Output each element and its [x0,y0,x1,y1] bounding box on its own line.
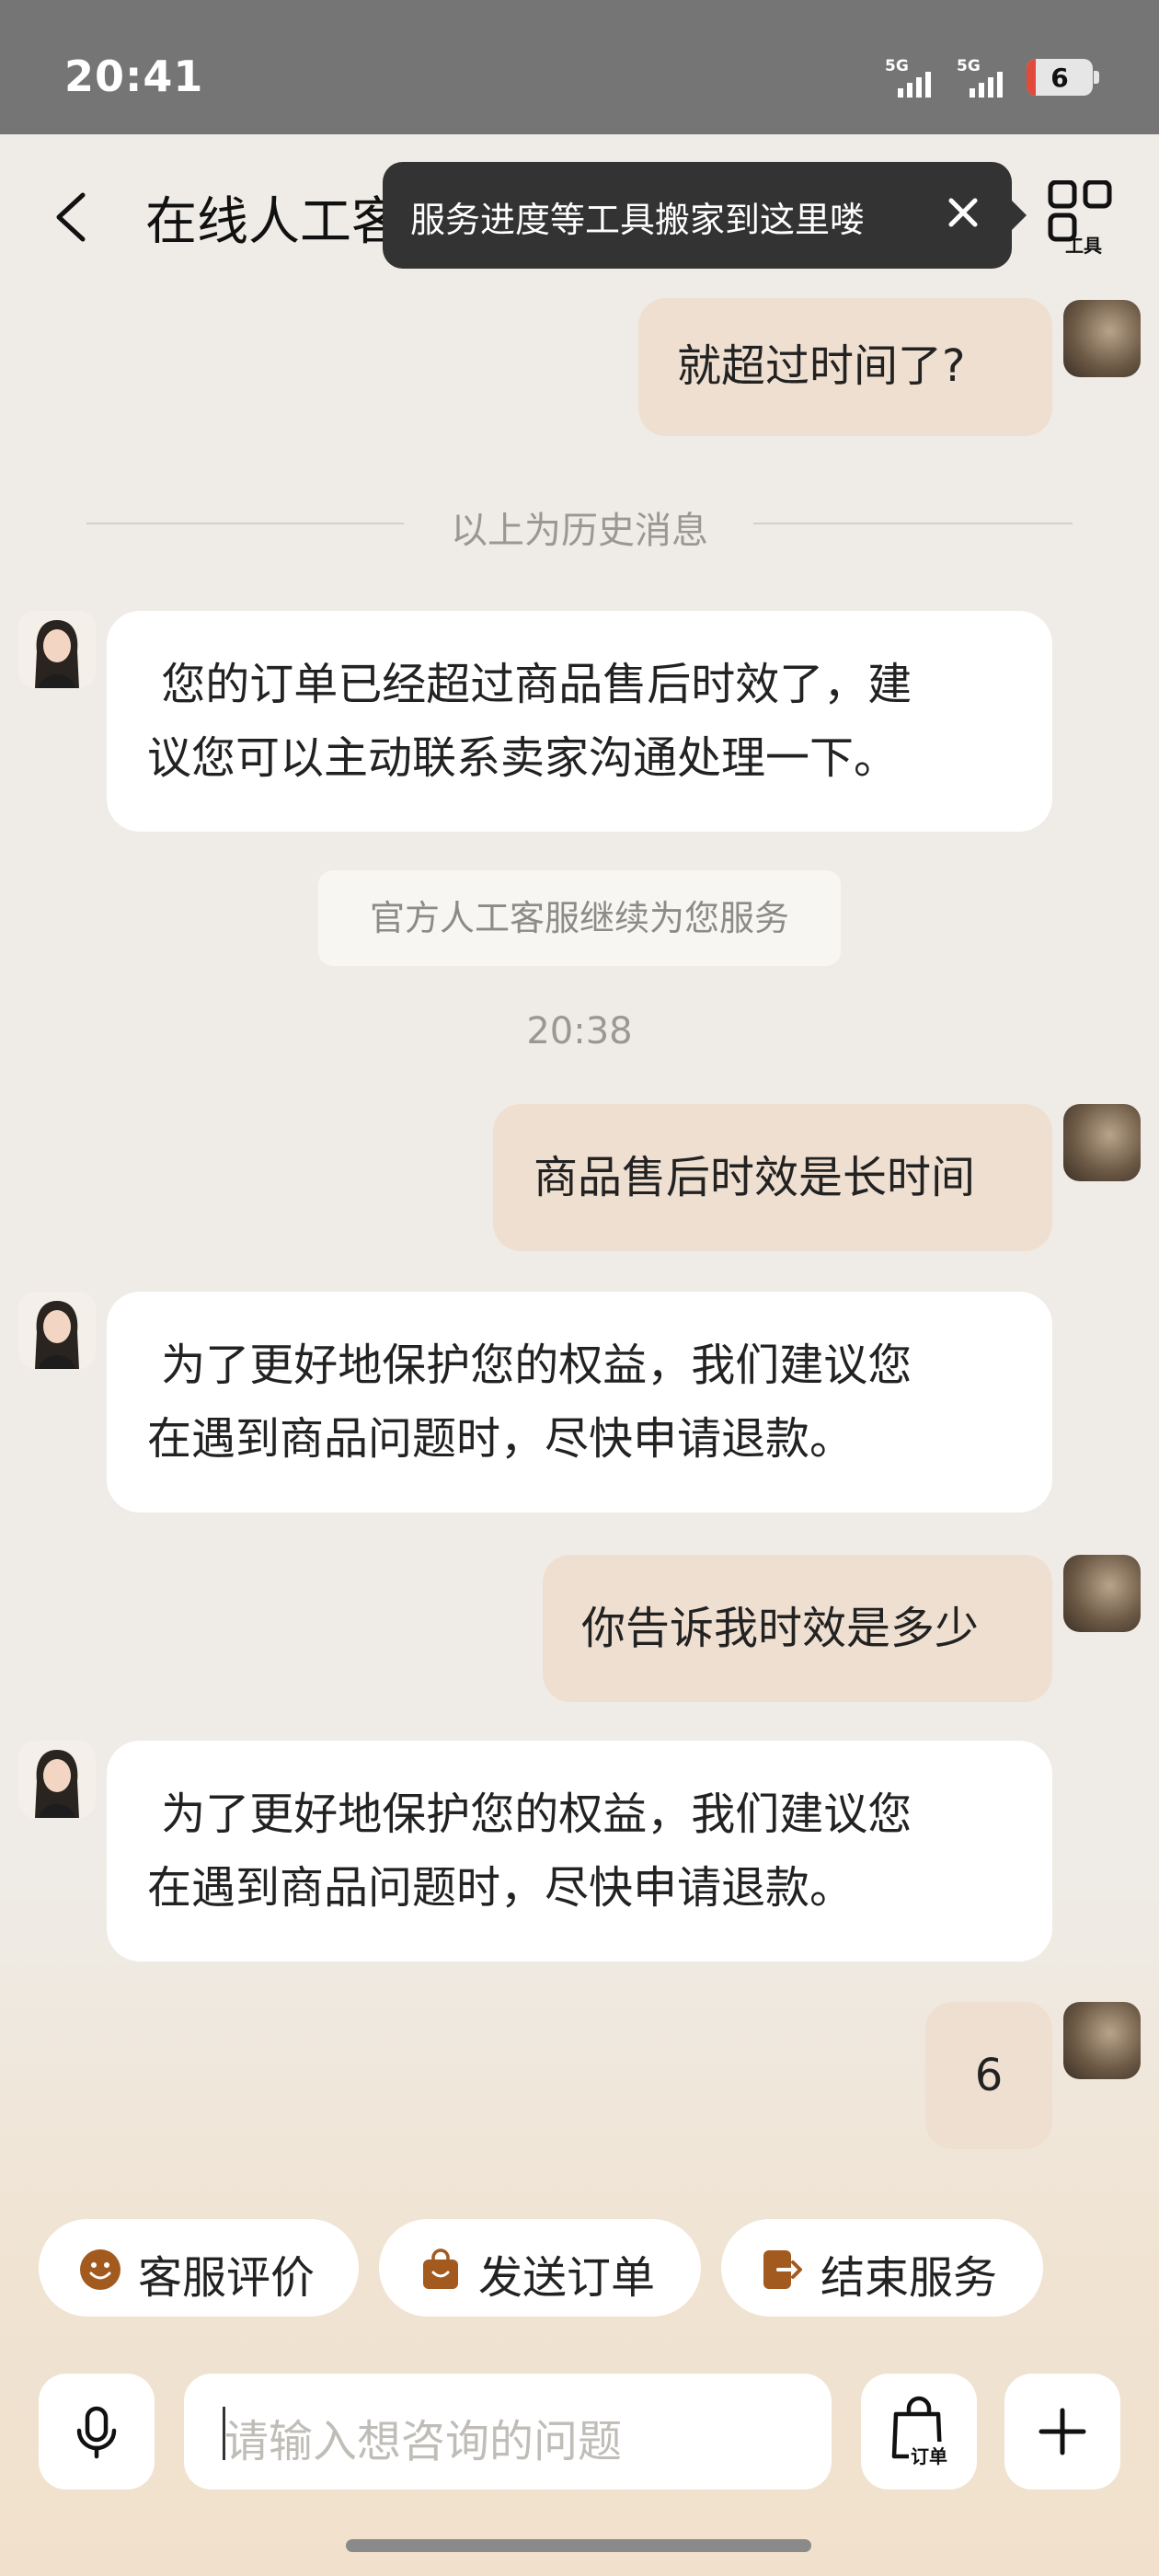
message-text: 6 [974,2050,1004,2101]
send-order-button[interactable]: 发送订单 [379,2219,701,2317]
battery-icon: 6 [1027,59,1099,96]
message-text: 就超过时间了? [677,340,966,392]
user-avatar[interactable] [1063,1104,1141,1181]
cellular-signal-icon-2: 5G [957,57,1021,98]
agent-avatar[interactable] [18,1292,96,1369]
shopping-bag-icon [423,2248,458,2289]
voice-input-button[interactable] [39,2374,155,2490]
status-time: 20:41 [64,52,204,101]
smile-icon [80,2249,120,2290]
message-line: 您的订单已经超过商品售后时效了，建 [147,659,912,710]
order-button[interactable]: 订单 [861,2374,977,2490]
tools-moved-tooltip: 服务进度等工具搬家到这里喽 [383,162,1027,269]
cellular-signal-icon: 5G [885,57,949,98]
history-divider: 以上为历史消息 [86,500,1073,552]
user-avatar[interactable] [1063,1555,1141,1632]
end-service-button[interactable]: 结束服务 [721,2219,1043,2317]
microphone-icon [76,2406,117,2459]
agent-message-bubble[interactable]: 为了更好地保护您的权益，我们建议您 在遇到商品问题时，尽快申请退款。 [107,1292,1052,1512]
message-line: 议您可以主动联系卖家沟通处理一下。 [147,732,899,784]
exit-icon [763,2250,802,2289]
input-placeholder: 请输入想咨询的问题 [224,2416,623,2467]
agent-avatar[interactable] [18,611,96,688]
system-note: 官方人工客服继续为您服务 [318,870,841,966]
back-arrow-icon[interactable] [52,191,90,243]
message-text: 你告诉我时效是多少 [581,1603,980,1654]
user-message-bubble[interactable]: 就超过时间了? [638,298,1052,436]
message-input[interactable]: 请输入想咨询的问题 [184,2374,832,2490]
user-message-bubble[interactable]: 你告诉我时效是多少 [543,1555,1052,1702]
user-message-bubble[interactable]: 商品售后时效是长时间 [493,1104,1052,1251]
message-line: 为了更好地保护您的权益，我们建议您 [147,1788,912,1840]
user-message-bubble[interactable]: 6 [925,2002,1052,2149]
tooltip-text: 服务进度等工具搬家到这里喽 [410,200,866,240]
order-button-label: 订单 [909,2442,949,2468]
home-indicator[interactable] [346,2539,811,2552]
close-icon[interactable] [940,190,986,236]
shopping-bag-icon [891,2396,943,2459]
agent-avatar[interactable] [18,1741,96,1818]
message-line: 在遇到商品问题时，尽快申请退款。 [147,1413,855,1465]
tool-grid[interactable]: 工具 [1047,179,1120,257]
user-avatar[interactable] [1063,300,1141,377]
add-button[interactable] [1004,2374,1120,2490]
message-text: 商品售后时效是长时间 [534,1152,976,1203]
user-avatar[interactable] [1063,2002,1141,2079]
message-line: 在遇到商品问题时，尽快申请退款。 [147,1862,855,1914]
status-bar: 20:41 5G 5G 6 [0,0,1159,134]
plus-icon [1039,2408,1086,2455]
message-line: 为了更好地保护您的权益，我们建议您 [147,1340,912,1391]
rate-service-button[interactable]: 客服评价 [39,2219,359,2317]
agent-message-bubble[interactable]: 您的订单已经超过商品售后时效了，建 议您可以主动联系卖家沟通处理一下。 [107,611,1052,832]
agent-message-bubble[interactable]: 为了更好地保护您的权益，我们建议您 在遇到商品问题时，尽快申请退款。 [107,1741,1052,1961]
message-timestamp: 20:38 [526,1010,633,1052]
